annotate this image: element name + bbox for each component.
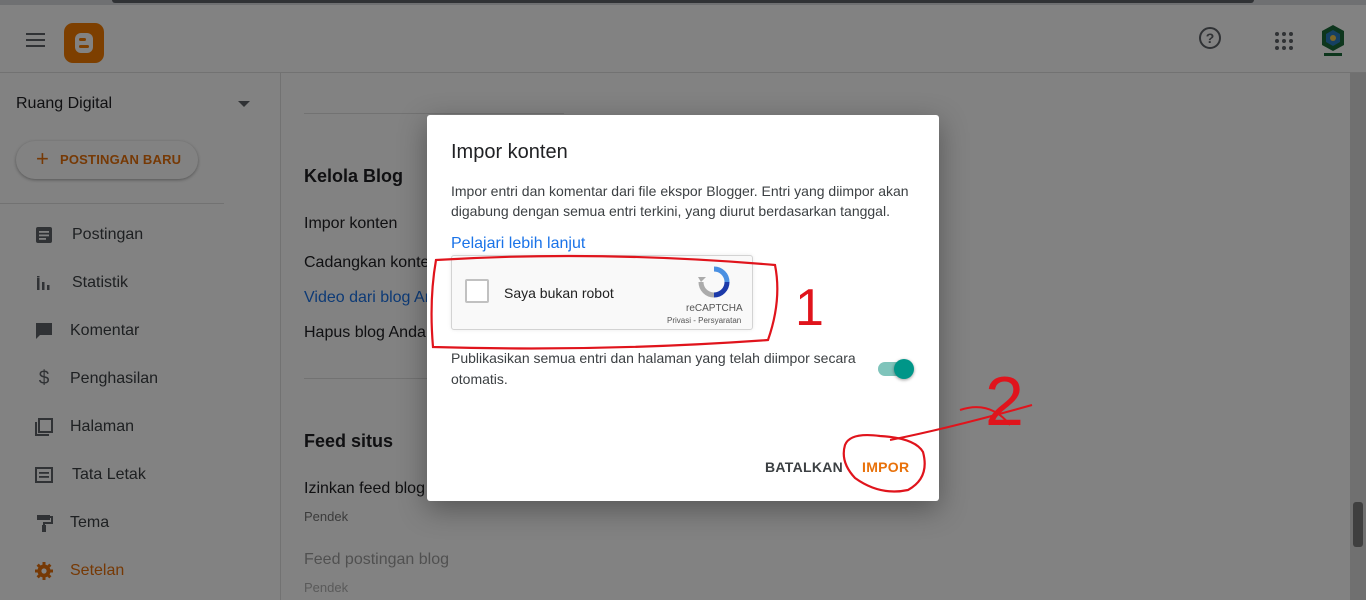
toggle-knob	[894, 359, 914, 379]
recaptcha-brand: reCAPTCHA	[686, 303, 743, 314]
import-content-dialog: Impor konten Impor entri dan komentar da…	[427, 115, 939, 501]
recaptcha-label: Saya bukan robot	[504, 285, 614, 301]
import-button[interactable]: IMPOR	[862, 459, 909, 475]
dialog-description: Impor entri dan komentar dari file ekspo…	[451, 183, 909, 219]
recaptcha-logo-icon	[698, 266, 730, 298]
learn-more-link[interactable]: Pelajari lebih lanjut	[451, 235, 585, 253]
recaptcha-checkbox[interactable]	[465, 279, 489, 303]
cancel-button[interactable]: BATALKAN	[765, 459, 843, 475]
dialog-title: Impor konten	[451, 141, 568, 163]
recaptcha-widget: Saya bukan robot reCAPTCHA Privasi - Per…	[451, 255, 753, 330]
auto-publish-label: Publikasikan semua entri dan halaman yan…	[451, 350, 856, 387]
auto-publish-toggle[interactable]	[878, 359, 914, 379]
recaptcha-terms-link[interactable]: Privasi - Persyaratan	[667, 316, 741, 325]
